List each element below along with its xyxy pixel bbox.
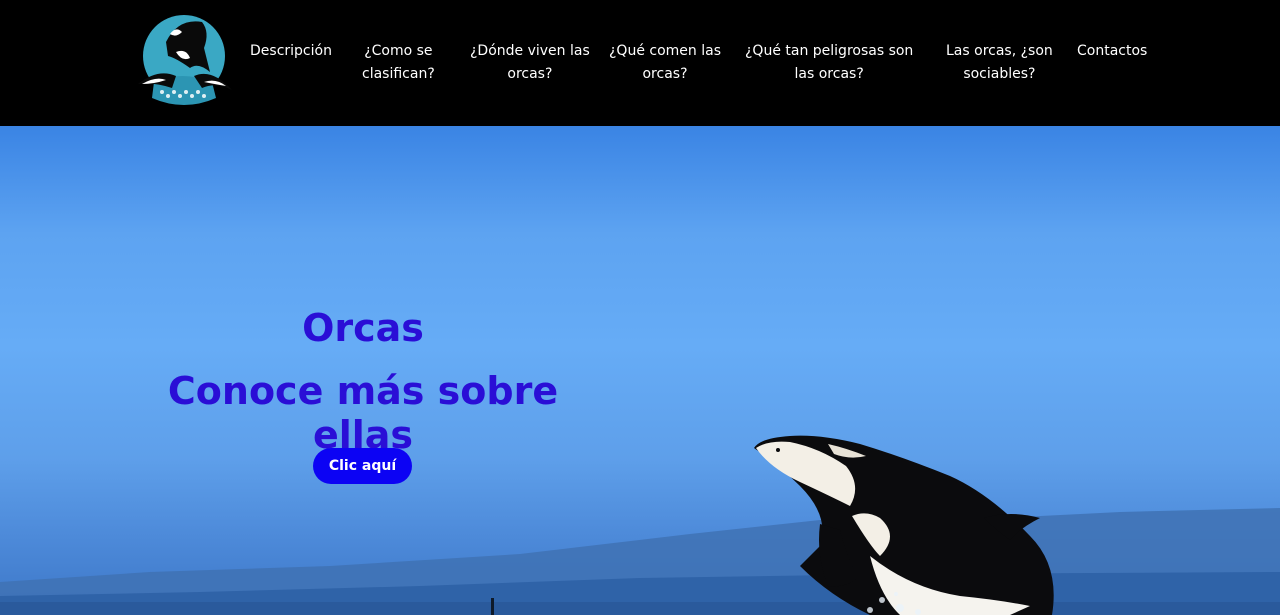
nav-item-sociabilidad[interactable]: Las orcas, ¿son sociables? [946, 40, 1053, 86]
nav-item-contactos[interactable]: Contactos [1077, 40, 1147, 63]
nav-item-label: sociables? [963, 66, 1036, 82]
nav-item-label: orcas? [507, 66, 553, 82]
top-navbar: Descripción ¿Como se clasifican? ¿Dónde v… [0, 0, 1280, 126]
nav-item-alimentacion[interactable]: ¿Qué comen las orcas? [609, 40, 721, 86]
nav-item-habitat[interactable]: ¿Dónde viven las orcas? [470, 40, 590, 86]
nav-item-label: Las orcas, ¿son [946, 43, 1053, 59]
nav-item-label: ¿Qué tan peligrosas son [745, 43, 914, 59]
orca-logo-icon[interactable] [132, 12, 240, 112]
nav-item-label: las orcas? [794, 66, 864, 82]
nav-item-peligrosidad[interactable]: ¿Qué tan peligrosas son las orcas? [745, 40, 913, 86]
hero-subtitle: Conoce más sobre ellas [167, 369, 559, 457]
hero-section: Orcas Conoce más sobre ellas Clic aquí [0, 126, 1280, 615]
nav-item-descripcion[interactable]: Descripción [250, 40, 332, 63]
nav-item-label: ¿Dónde viven las [470, 43, 590, 59]
clic-aqui-button[interactable]: Clic aquí [313, 448, 412, 484]
nav-item-label: ¿Como se [364, 43, 433, 59]
nav-item-label: clasifican? [362, 66, 435, 82]
hero-title: Orcas [302, 306, 424, 350]
nav-item-label: orcas? [642, 66, 688, 82]
nav-item-clasificacion[interactable]: ¿Como se clasifican? [362, 40, 435, 86]
nav-item-label: ¿Qué comen las [609, 43, 721, 59]
